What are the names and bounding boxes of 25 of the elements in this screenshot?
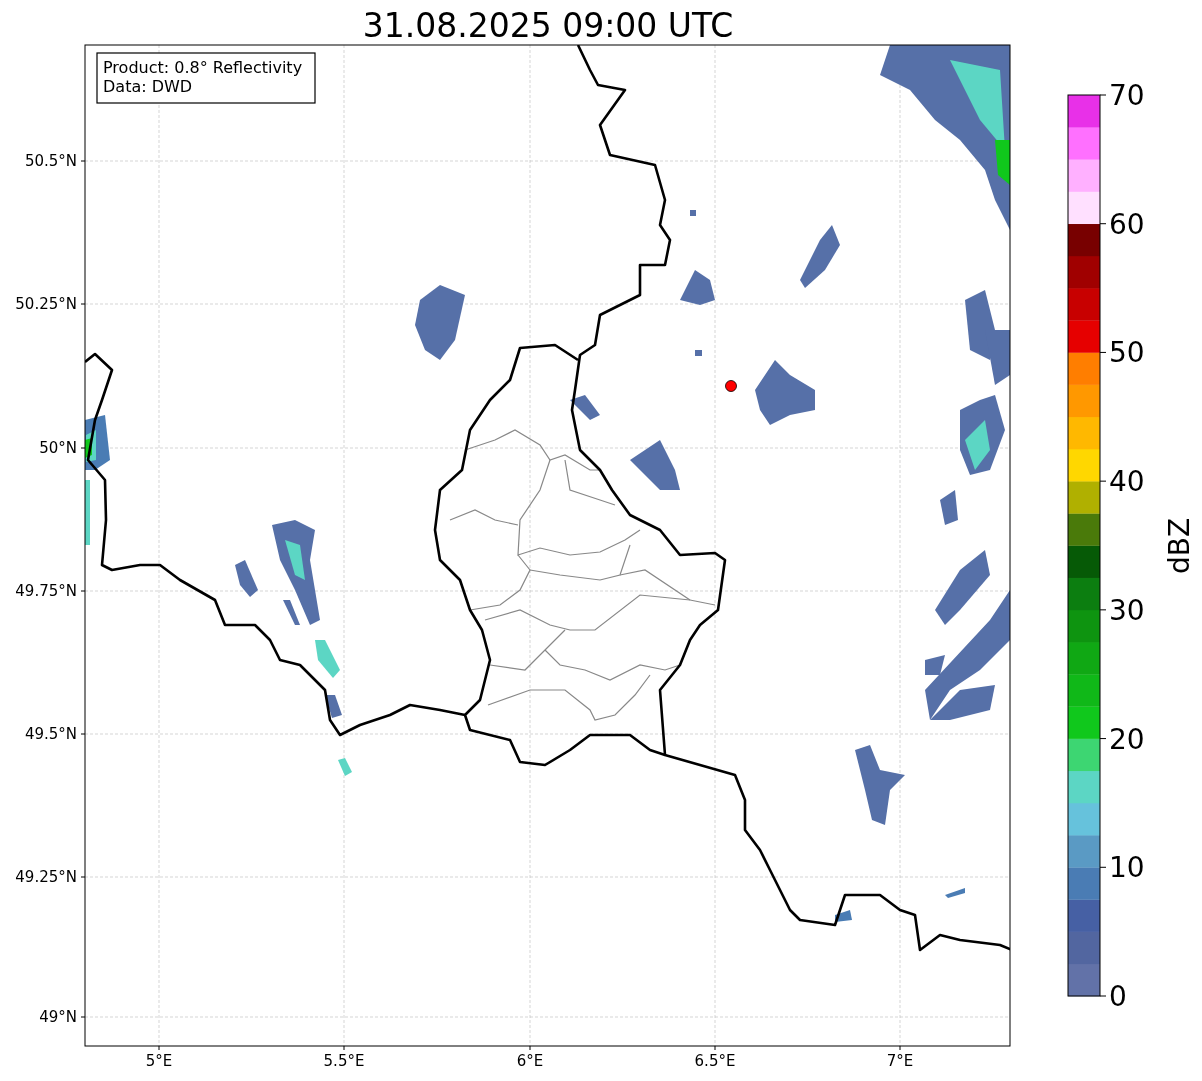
colorbar-tick-label: 40: [1109, 465, 1145, 499]
axis-label: 49.25°N: [15, 868, 77, 886]
axis-label: 49.5°N: [24, 725, 77, 743]
axis-label: 50°N: [39, 439, 77, 457]
axis-label: 49°N: [39, 1008, 77, 1026]
axis-label: 50.25°N: [15, 295, 77, 313]
axis-label: 6°E: [516, 1052, 544, 1070]
axis-label: 7°E: [886, 1052, 914, 1070]
axis-label: 6.5°E: [694, 1052, 736, 1070]
legend-text: Product: 0.8° Reflectivity: [103, 58, 303, 77]
axis-label: 5°E: [145, 1052, 173, 1070]
colorbar-tick-label: 30: [1109, 593, 1145, 627]
axis-label: 49.75°N: [15, 582, 77, 600]
colorbar-tick-label: 10: [1109, 851, 1145, 885]
colorbar-tick-label: 70: [1109, 79, 1145, 112]
colorbar-tick-label: 50: [1109, 336, 1145, 370]
axis-label: 50.5°N: [24, 152, 77, 170]
colorbar-tick-label: 0: [1109, 980, 1127, 1013]
chart-title: 31.08.2025 09:00 UTC: [362, 6, 734, 45]
station-marker: [725, 380, 737, 392]
legend-text: Data: DWD: [103, 77, 193, 96]
colorbar-tick-label: 20: [1109, 722, 1145, 756]
colorbar-label: dBZ: [1163, 517, 1196, 575]
colorbar-tick-label: 60: [1109, 207, 1145, 241]
axis-label: 5.5°E: [323, 1052, 365, 1070]
